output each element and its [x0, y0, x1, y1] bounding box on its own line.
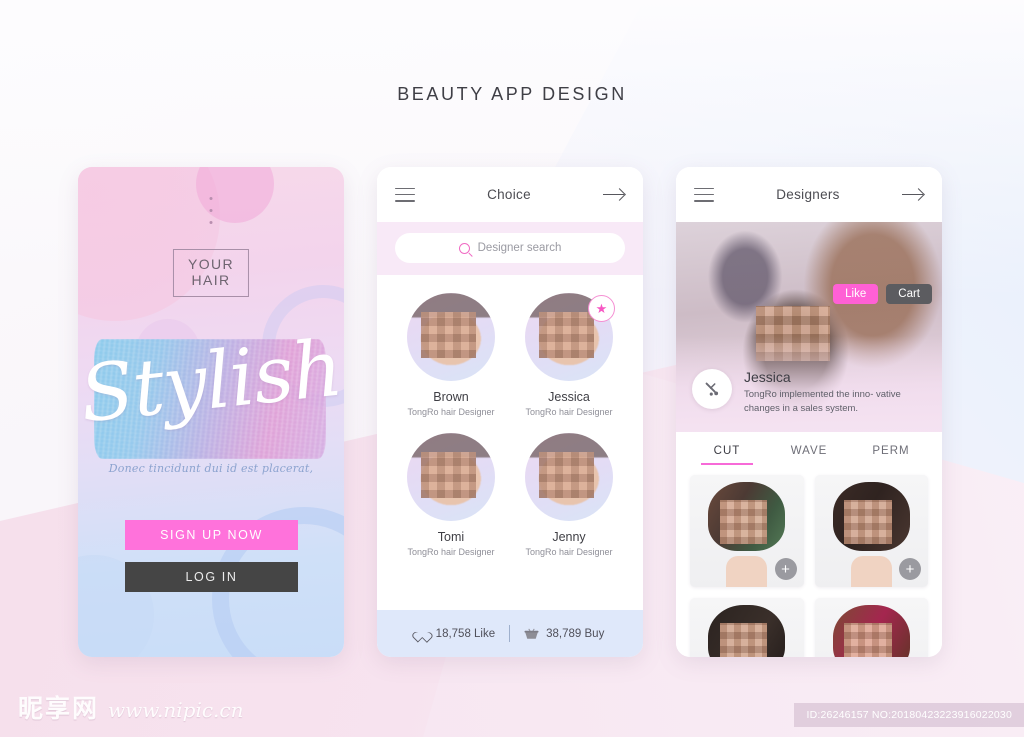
hairstyle-card[interactable]: + — [690, 475, 804, 587]
designers-header-title: Designers — [776, 187, 840, 202]
featured-designer-name: Jessica — [744, 369, 791, 386]
tagline-text: Donec tincidunt dui id est placerat, — [108, 462, 314, 475]
tab-perm[interactable]: PERM — [850, 445, 932, 465]
brand-logo-line2: HAIR — [191, 271, 231, 288]
brand-logo-box: YOUR HAIR — [172, 249, 250, 298]
search-icon — [458, 242, 470, 254]
avatar — [525, 433, 613, 521]
designer-role: TongRo hair Designer — [407, 547, 495, 557]
choice-header: Choice — [377, 167, 643, 222]
featured-designer-info: Jessica TongRo implemented the inno- vat… — [692, 369, 926, 416]
designer-name: Tomi — [437, 530, 465, 544]
page-title: BEAUTY APP DESIGN — [397, 84, 627, 104]
tab-wave[interactable]: WAVE — [768, 445, 850, 465]
stats-bar: 18,758 Like 38,789 Buy — [377, 610, 643, 657]
hairstyle-card[interactable]: + — [814, 475, 928, 587]
phone-mockup-choice: Choice Designer search Brown TongRo hair… — [377, 167, 643, 657]
tab-cut[interactable]: CUT — [686, 445, 768, 465]
brand-logo-line1: YOUR — [187, 256, 235, 272]
designer-card[interactable]: Jenny TongRo hair Designer — [517, 433, 621, 557]
hairstyle-card[interactable] — [690, 598, 804, 657]
hero-banner: Like Cart Jessica TongRo implemented the… — [676, 222, 942, 432]
basket-icon — [524, 628, 539, 640]
like-count-label: 18,758 Like — [435, 627, 496, 640]
sign-up-button[interactable]: SIGN UP NOW — [125, 520, 298, 550]
scissors-icon — [692, 369, 732, 410]
like-button[interactable]: Like — [833, 284, 879, 304]
avatar — [407, 433, 495, 521]
buy-stat[interactable]: 38,789 Buy — [524, 628, 604, 640]
featured-designer-description: TongRo implemented the inno- vative chan… — [744, 389, 901, 415]
add-hairstyle-button[interactable]: + — [899, 558, 921, 580]
designer-card[interactable]: ★ Jessica TongRo hair Designer — [517, 293, 621, 417]
designer-card[interactable]: Brown TongRo hair Designer — [399, 293, 503, 417]
designer-grid: Brown TongRo hair Designer ★ Jessica Ton… — [377, 275, 643, 557]
designer-role: TongRo hair Designer — [407, 407, 495, 417]
watermark-url: www.nipic.cn — [108, 698, 244, 722]
designer-name: Jenny — [552, 530, 586, 544]
phone-mockup-splash: YOUR HAIR Stylish Donec tincidunt dui id… — [78, 167, 344, 657]
decor-dots — [209, 197, 213, 224]
star-icon[interactable]: ★ — [588, 295, 615, 322]
designers-header: Designers — [676, 167, 942, 222]
cart-button[interactable]: Cart — [886, 284, 932, 304]
hairstyle-card[interactable] — [814, 598, 928, 657]
splash-screen: YOUR HAIR Stylish Donec tincidunt dui id… — [78, 167, 344, 657]
add-hairstyle-button[interactable]: + — [774, 558, 797, 580]
log-in-button[interactable]: LOG IN — [125, 562, 298, 592]
designer-name: Jessica — [548, 390, 590, 404]
arrow-right-icon[interactable] — [602, 188, 625, 202]
designer-name: Brown — [433, 390, 469, 404]
hairstyle-photo-grid: + + — [676, 465, 942, 657]
watermark: 昵享网 www.nipic.cn — [18, 689, 243, 725]
arrow-right-icon[interactable] — [901, 188, 924, 202]
like-stat[interactable]: 18,758 Like — [416, 628, 495, 640]
search-band: Designer search — [377, 222, 643, 275]
designer-role: TongRo hair Designer — [525, 407, 613, 417]
watermark-chinese-text: 昵享网 — [18, 694, 100, 723]
menu-icon[interactable] — [395, 187, 415, 202]
dot — [209, 221, 213, 224]
avatar — [407, 293, 495, 381]
style-tabs: CUT WAVE PERM — [676, 432, 942, 465]
image-id-bar: ID:26246157 NO:20180423223916022030 — [794, 703, 1024, 727]
search-placeholder-text: Designer search — [477, 242, 562, 254]
stats-divider — [509, 625, 511, 642]
hero-action-buttons: Like Cart — [833, 284, 932, 304]
dot — [209, 197, 213, 200]
dot — [209, 209, 213, 212]
phone-mockup-designers: Designers Like Cart Jessica TongRo imple… — [676, 167, 942, 657]
designer-role: TongRo hair Designer — [525, 547, 613, 557]
designer-card[interactable]: Tomi TongRo hair Designer — [399, 433, 503, 557]
menu-icon[interactable] — [694, 187, 714, 202]
choice-header-title: Choice — [487, 187, 531, 202]
heart-icon — [416, 628, 429, 640]
buy-count-label: 38,789 Buy — [546, 627, 605, 640]
designer-search-input[interactable]: Designer search — [395, 233, 625, 263]
